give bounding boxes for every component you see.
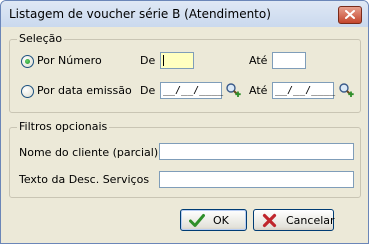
by-number-radio[interactable] [21,55,34,68]
number-from-input[interactable] [160,52,194,69]
date-to-input[interactable]: __/__/____ [272,82,336,99]
date-to-value: __/__/____ [275,85,336,96]
magnifier-plus-icon [226,83,241,97]
dialog-window: Listagem de voucher série B (Atendimento… [0,0,369,244]
by-date-radio[interactable] [21,85,34,98]
checkmark-icon [189,214,205,227]
cancel-button[interactable]: Cancelar [253,209,335,231]
number-to-input[interactable] [272,52,306,69]
magnifier-plus-icon [339,83,354,97]
ok-button-label: OK [213,214,229,227]
number-from-label: De [140,54,156,67]
client-name-label: Nome do cliente (parcial) [19,146,159,159]
by-number-label[interactable]: Por Número [37,54,102,67]
number-to-label: Até [249,54,268,67]
radio-selected-dot [25,59,30,64]
by-date-label[interactable]: Por data emissão [37,84,132,97]
date-to-search-button[interactable] [338,82,354,98]
date-from-label: De [140,84,156,97]
window-title: Listagem de voucher série B (Atendimento… [9,7,271,21]
date-from-input[interactable]: __/__/____ [160,82,224,99]
close-button[interactable] [338,6,362,24]
service-desc-input[interactable] [159,171,354,188]
date-from-value: __/__/____ [163,85,224,96]
title-bar[interactable]: Listagem de voucher série B (Atendimento… [1,1,368,27]
date-from-search-button[interactable] [225,82,241,98]
text-caret [163,55,164,66]
date-to-label: Até [249,84,268,97]
close-icon [345,10,355,19]
selection-group-title: Seleção [17,32,65,45]
cancel-button-label: Cancelar [286,214,335,227]
ok-button[interactable]: OK [180,209,247,231]
selection-group [9,39,361,113]
service-desc-label: Texto da Desc. Serviços [19,173,150,186]
cancel-x-icon [262,213,277,228]
client-name-input[interactable] [159,143,354,160]
filters-group-title: Filtros opcionais [17,120,110,133]
